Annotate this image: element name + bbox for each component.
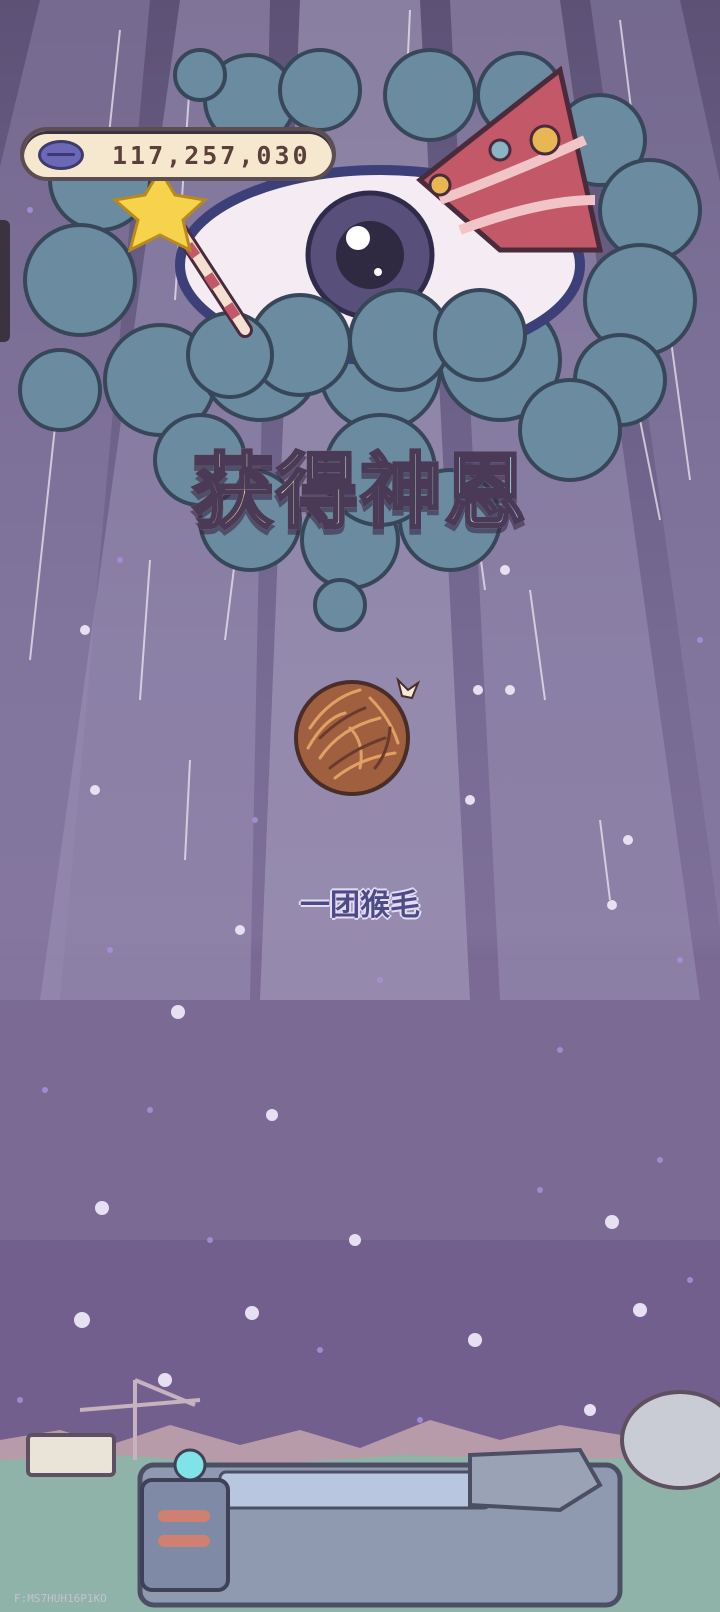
beacon-light bbox=[173, 1448, 207, 1482]
divine-eye-cloud-boss bbox=[18, 48, 702, 632]
monkey-hair-ball-icon bbox=[294, 676, 421, 796]
game-scene: 117,257,030 获得神恩 一团猴毛 F:MS7HUH16P1KO bbox=[0, 0, 720, 1612]
reward-item-name: 一团猴毛 bbox=[300, 888, 420, 923]
side-drawer-handle[interactable] bbox=[0, 220, 10, 342]
reward-title: 获得神恩 bbox=[0, 425, 720, 544]
cosmic-coin-icon bbox=[38, 140, 84, 170]
billboard bbox=[26, 1433, 116, 1477]
town-landscape bbox=[0, 1378, 720, 1612]
currency-counter: 117,257,030 bbox=[20, 127, 336, 181]
dome-building bbox=[620, 1390, 720, 1490]
debug-id-text: F:MS7HUH16P1KO bbox=[14, 1592, 107, 1605]
currency-value: 117,257,030 bbox=[112, 141, 311, 170]
